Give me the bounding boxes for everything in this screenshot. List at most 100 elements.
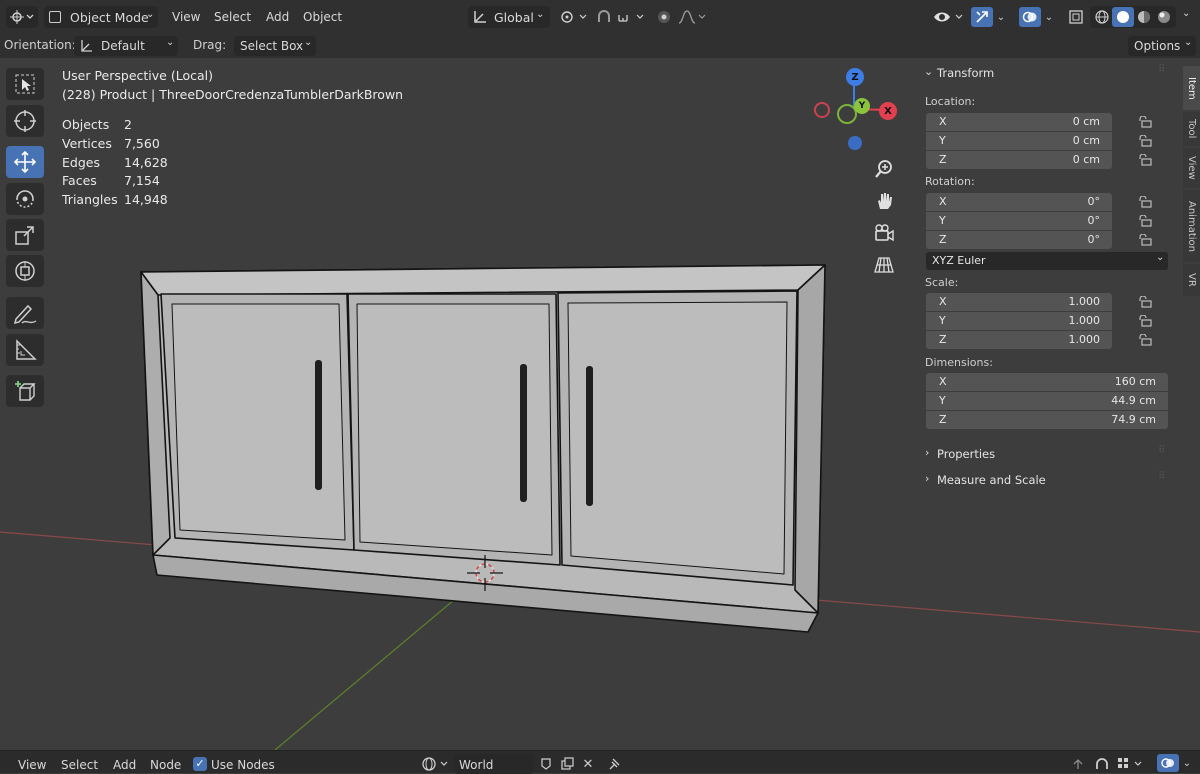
snap-icon[interactable]: [594, 8, 614, 26]
duplicate-icon[interactable]: [558, 756, 576, 772]
wireframe-shading-icon[interactable]: [1092, 8, 1112, 26]
xray-icon[interactable]: [1066, 8, 1086, 26]
bottom-menu-add[interactable]: Add: [113, 758, 136, 772]
viewport-perspective: User Perspective (Local): [62, 68, 213, 83]
lock-icon[interactable]: [1138, 234, 1152, 246]
rotation-x-field[interactable]: X 0°: [926, 193, 1112, 211]
snap-icon[interactable]: [1092, 756, 1112, 772]
axis-label: Y: [939, 134, 946, 147]
world-name: World: [459, 758, 494, 772]
world-name-field[interactable]: World: [454, 754, 534, 774]
chevron-down-icon[interactable]: ⌄: [1182, 8, 1190, 19]
hand-icon: [878, 193, 892, 209]
add-cube-tool[interactable]: [6, 375, 44, 407]
material-shading-icon[interactable]: [1134, 8, 1154, 26]
gizmo-toggle-icon[interactable]: ⌄: [968, 6, 1008, 28]
lock-icon[interactable]: [1138, 315, 1152, 327]
visibility-icon[interactable]: [930, 8, 966, 26]
snap-target-icon[interactable]: [616, 8, 648, 26]
solid-shading-icon[interactable]: [1112, 7, 1134, 27]
drag-handle-icon[interactable]: ⠿: [1158, 64, 1165, 75]
tab-animation[interactable]: Animation: [1183, 190, 1200, 262]
field-value: 0 cm: [1072, 134, 1100, 147]
use-nodes-label: Use Nodes: [211, 758, 275, 772]
tab-view[interactable]: View: [1183, 148, 1200, 188]
cursor-tool[interactable]: [6, 105, 44, 137]
drag-handle-icon[interactable]: ⠿: [1158, 471, 1165, 482]
orientation-dropdown[interactable]: Default ⌄: [74, 36, 178, 56]
stat-vertices-label: Vertices: [62, 136, 112, 151]
gizmo-z-axis[interactable]: Z: [846, 68, 864, 86]
lock-icon[interactable]: [1138, 334, 1152, 346]
rotate-tool[interactable]: [6, 183, 44, 215]
scale-z-field[interactable]: Z 1.000: [926, 331, 1112, 349]
dimensions-z-field[interactable]: Z 74.9 cm: [926, 411, 1168, 429]
scale-tool[interactable]: [6, 219, 44, 251]
menu-add[interactable]: Add: [266, 10, 289, 24]
parent-node-icon[interactable]: [1068, 756, 1088, 772]
use-nodes-checkbox[interactable]: ✓: [193, 757, 207, 771]
snap-target-icon[interactable]: [1116, 756, 1146, 772]
measure-scale-header[interactable]: › Measure and Scale ⠿: [922, 471, 1172, 488]
pin-icon[interactable]: [606, 756, 624, 772]
gizmo-x-axis[interactable]: X: [879, 102, 897, 120]
editor-type-button[interactable]: [6, 6, 38, 28]
select-box-tool[interactable]: [6, 68, 44, 100]
world-type-icon[interactable]: [420, 755, 452, 773]
falloff-icon[interactable]: [676, 8, 708, 26]
drag-handle-icon[interactable]: ⠿: [1158, 445, 1165, 456]
dimensions-x-field[interactable]: X 160 cm: [926, 373, 1168, 391]
perspective-toggle-button[interactable]: [871, 252, 897, 278]
rotation-y-field[interactable]: Y 0°: [926, 212, 1112, 230]
transform-orientation-dropdown[interactable]: Global ⌄: [468, 6, 550, 28]
gizmo-y-label: Y: [858, 101, 866, 111]
pivot-point-icon[interactable]: [556, 8, 590, 26]
mode-dropdown[interactable]: Object Mode ⌄: [44, 6, 158, 28]
scale-x-field[interactable]: X 1.000: [926, 293, 1112, 311]
lock-icon[interactable]: [1138, 154, 1152, 166]
move-tool[interactable]: [6, 146, 44, 178]
lock-icon[interactable]: [1138, 116, 1152, 128]
scale-y-field[interactable]: Y 1.000: [926, 312, 1112, 330]
scale-icon: [15, 226, 34, 245]
proportional-edit-icon[interactable]: [654, 8, 674, 26]
tab-vr[interactable]: VR: [1183, 264, 1200, 296]
rotation-mode-dropdown[interactable]: XYZ Euler ⌄: [926, 252, 1168, 270]
properties-header[interactable]: › Properties ⠿: [922, 445, 1172, 462]
lock-icon[interactable]: [1138, 215, 1152, 227]
tab-tool[interactable]: Tool: [1183, 112, 1200, 146]
tab-item[interactable]: Item: [1183, 66, 1200, 110]
menu-view[interactable]: View: [172, 10, 200, 24]
bottom-menu-select[interactable]: Select: [61, 758, 98, 772]
options-label: Options: [1134, 39, 1181, 53]
transform-header[interactable]: ⌄ Transform ⠿: [922, 64, 1172, 82]
lock-icon[interactable]: [1138, 135, 1152, 147]
lock-icon[interactable]: [1138, 196, 1152, 208]
lock-icon[interactable]: [1138, 296, 1152, 308]
rotation-z-field[interactable]: Z 0°: [926, 231, 1112, 249]
pan-button[interactable]: [871, 188, 897, 214]
close-icon[interactable]: ✕: [579, 756, 597, 772]
measure-tool[interactable]: [6, 334, 44, 366]
overlays-icon[interactable]: ⌄: [1152, 753, 1196, 773]
location-z-field[interactable]: Z 0 cm: [926, 151, 1112, 169]
transform-tool[interactable]: [6, 255, 44, 287]
gizmo-y-axis[interactable]: Y: [854, 98, 870, 114]
location-y-field[interactable]: Y 0 cm: [926, 132, 1112, 150]
rendered-shading-icon[interactable]: [1154, 8, 1174, 26]
dimensions-y-field[interactable]: Y 44.9 cm: [926, 392, 1168, 410]
location-x-field[interactable]: X 0 cm: [926, 113, 1112, 131]
fake-user-icon[interactable]: [537, 756, 555, 772]
stat-edges-value: 14,628: [124, 155, 168, 170]
bottom-menu-view[interactable]: View: [18, 758, 46, 772]
options-dropdown[interactable]: Options ⌄: [1128, 36, 1196, 56]
camera-view-button[interactable]: [871, 220, 897, 246]
zoom-button[interactable]: [871, 156, 897, 182]
axis-label: Y: [939, 314, 946, 327]
menu-object[interactable]: Object: [303, 10, 342, 24]
overlays-icon[interactable]: ⌄: [1016, 6, 1056, 28]
annotate-tool[interactable]: [6, 297, 44, 329]
menu-select[interactable]: Select: [214, 10, 251, 24]
bottom-menu-node[interactable]: Node: [150, 758, 181, 772]
drag-dropdown[interactable]: Select Box ⌄: [234, 36, 316, 56]
